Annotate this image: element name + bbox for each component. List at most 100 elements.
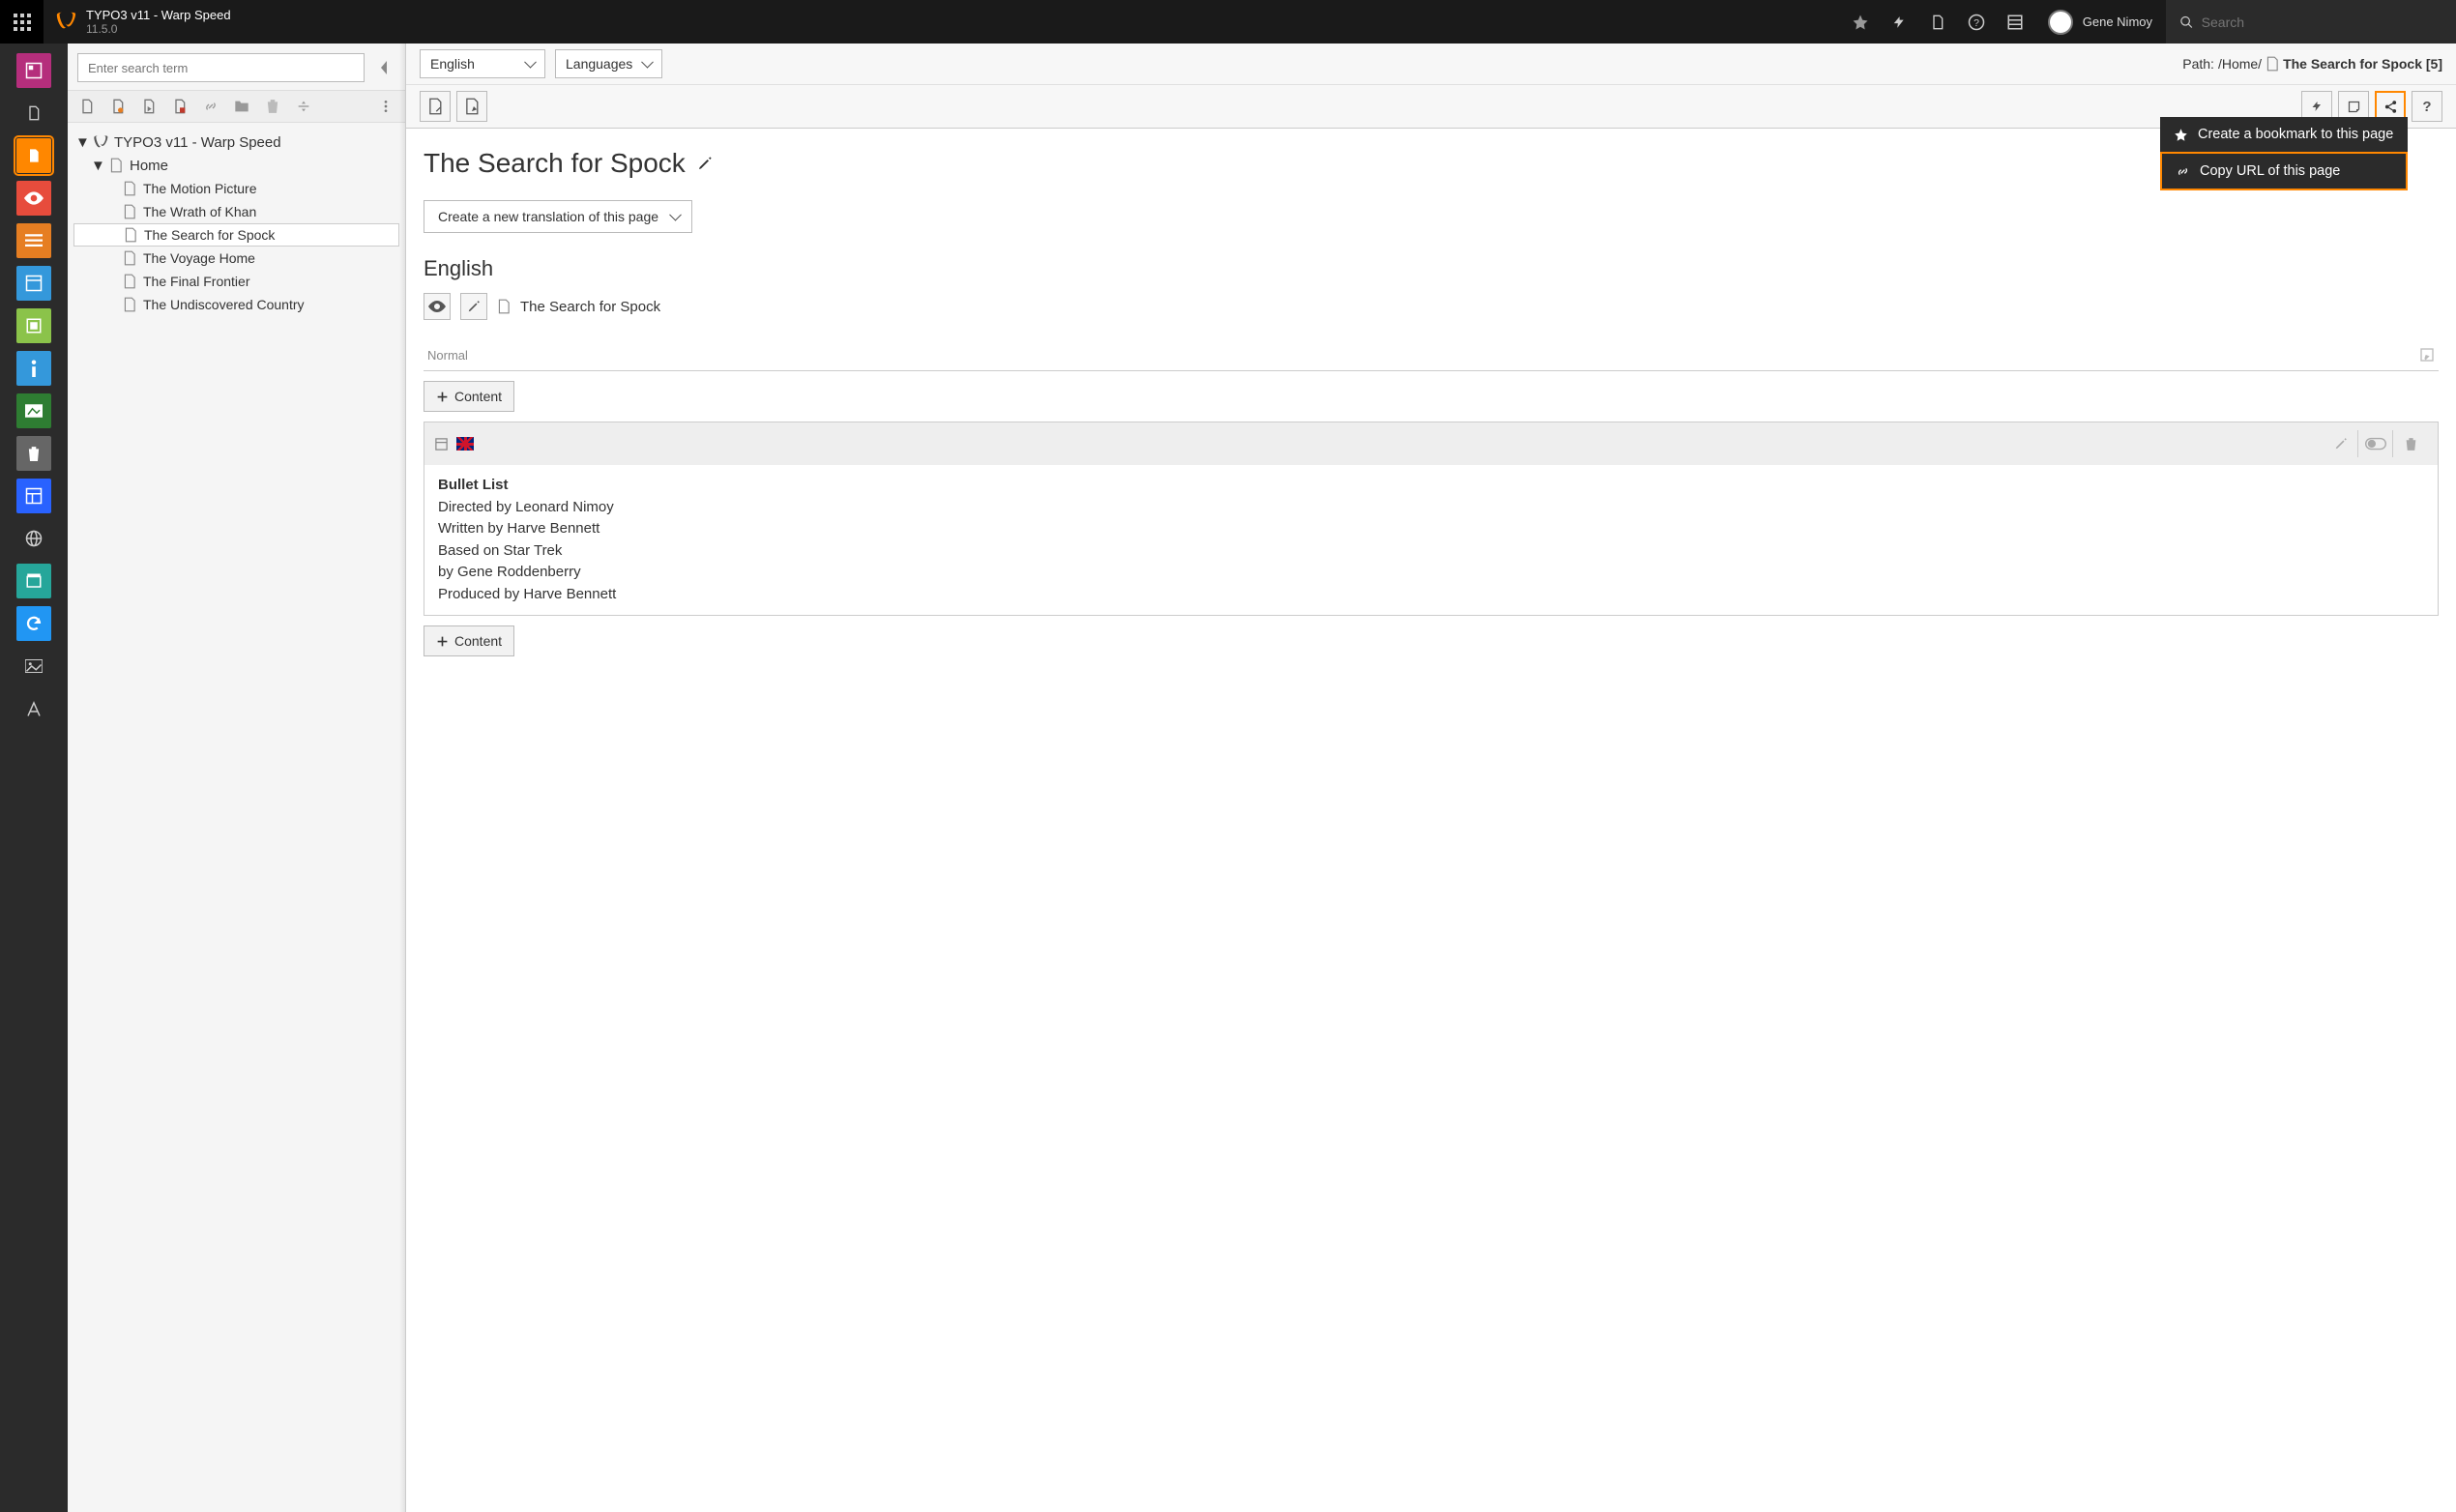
column-label: Normal xyxy=(427,348,468,363)
user-menu[interactable]: Gene Nimoy xyxy=(2034,10,2166,35)
module-list[interactable] xyxy=(16,223,51,258)
logo-block[interactable]: TYPO3 v11 - Warp Speed 11.5.0 xyxy=(44,8,243,37)
docheader: English Languages Path: /Home/ The Searc… xyxy=(406,44,2456,129)
tree-search-input[interactable] xyxy=(77,53,365,82)
translate-dropdown[interactable]: Create a new translation of this page xyxy=(424,200,692,233)
bookmark-page-item[interactable]: Create a bookmark to this page xyxy=(2160,117,2408,152)
topbar: TYPO3 v11 - Warp Speed 11.5.0 ? Gene Nim… xyxy=(0,0,2456,44)
column-edit-icon[interactable] xyxy=(2419,347,2435,363)
apps-icon[interactable] xyxy=(0,0,44,44)
user-name: Gene Nimoy xyxy=(2083,15,2152,29)
column-header: Normal xyxy=(424,339,2439,371)
toggle-icon[interactable]: ▼ xyxy=(91,158,102,174)
page-icon xyxy=(497,299,511,314)
folder-icon[interactable] xyxy=(232,97,251,116)
collapse-tree-button[interactable] xyxy=(372,53,395,82)
avatar xyxy=(2048,10,2073,35)
module-dashboard[interactable] xyxy=(16,53,51,88)
typo3-root-icon xyxy=(93,134,108,150)
language-select[interactable]: English xyxy=(420,49,545,78)
tree-page[interactable]: The Final Frontier xyxy=(73,270,399,293)
language-heading: English xyxy=(424,256,2439,281)
module-workspaces[interactable] xyxy=(16,266,51,301)
tree-page-label: The Voyage Home xyxy=(143,250,255,266)
module-page[interactable] xyxy=(16,138,51,173)
element-line: Directed by Leonard Nimoy xyxy=(438,497,2424,519)
edit-record-button[interactable] xyxy=(460,293,487,320)
tree-page-label: The Wrath of Khan xyxy=(143,204,256,219)
module-recycler[interactable] xyxy=(16,436,51,471)
tree-page[interactable]: The Wrath of Khan xyxy=(73,200,399,223)
view-select[interactable]: Languages xyxy=(555,49,662,78)
tree-page[interactable]: The Undiscovered Country xyxy=(73,293,399,316)
new-page-icon[interactable] xyxy=(77,97,97,116)
module-forms[interactable] xyxy=(16,308,51,343)
new-record-button[interactable] xyxy=(420,91,451,122)
edit-title-icon[interactable] xyxy=(697,156,713,171)
tree-page[interactable]: The Voyage Home xyxy=(73,247,399,270)
module-group-web[interactable] xyxy=(16,96,51,131)
element-header[interactable] xyxy=(424,422,2438,465)
trash-icon[interactable] xyxy=(263,97,282,116)
module-bar xyxy=(0,44,68,1512)
copy-url-label: Copy URL of this page xyxy=(2200,163,2340,179)
flag-uk-icon xyxy=(456,437,474,451)
module-template[interactable] xyxy=(16,393,51,428)
search-input[interactable] xyxy=(2202,15,2442,30)
page-body: The Search for Spock Create a new transl… xyxy=(406,129,2456,1512)
add-content-button-top[interactable]: Content xyxy=(424,381,514,412)
view-record-button[interactable] xyxy=(424,293,451,320)
tree-toolbar xyxy=(68,90,405,123)
divider-icon[interactable] xyxy=(294,97,313,116)
new-shortcut-icon[interactable] xyxy=(139,97,159,116)
element-body: Bullet List Directed by Leonard NimoyWri… xyxy=(424,465,2438,615)
element-line: Written by Harve Bennett xyxy=(438,518,2424,540)
bookmark-star-icon[interactable] xyxy=(1841,0,1880,44)
plus-icon xyxy=(436,635,449,648)
module-redirects[interactable] xyxy=(16,606,51,641)
add-content-button-bottom[interactable]: Content xyxy=(424,625,514,656)
module-group-site[interactable] xyxy=(16,521,51,556)
global-search[interactable] xyxy=(2166,0,2456,44)
help-icon[interactable]: ? xyxy=(1957,0,1996,44)
element-edit-button[interactable] xyxy=(2324,430,2358,457)
content-element: Bullet List Directed by Leonard NimoyWri… xyxy=(424,422,2439,616)
typo3-logo-icon xyxy=(55,11,76,32)
help-button[interactable]: ? xyxy=(2412,91,2442,122)
module-sites[interactable] xyxy=(16,564,51,598)
module-layout[interactable] xyxy=(16,479,51,513)
tree-root[interactable]: ▼ TYPO3 v11 - Warp Speed xyxy=(73,131,399,154)
module-view[interactable] xyxy=(16,181,51,216)
module-info[interactable] xyxy=(16,351,51,386)
page-icon xyxy=(122,204,137,219)
app-info-icon[interactable] xyxy=(1996,0,2034,44)
element-line: Produced by Harve Bennett xyxy=(438,584,2424,606)
element-type-icon xyxy=(434,437,449,451)
edit-page-button[interactable] xyxy=(456,91,487,122)
new-mount-icon[interactable] xyxy=(170,97,190,116)
element-line: Based on Star Trek xyxy=(438,540,2424,563)
link-icon[interactable] xyxy=(201,97,220,116)
page-icon xyxy=(2266,56,2279,72)
tree-home-label: Home xyxy=(130,158,168,174)
more-icon[interactable] xyxy=(376,97,395,116)
path-current: The Search for Spock [5] xyxy=(2283,56,2442,72)
copy-url-item[interactable]: Copy URL of this page xyxy=(2160,152,2408,190)
page-icon xyxy=(123,227,138,243)
tree-page-label: The Final Frontier xyxy=(143,274,249,289)
svg-text:?: ? xyxy=(1974,16,1979,28)
toggle-icon[interactable]: ▼ xyxy=(75,134,87,151)
tree-page-label: The Undiscovered Country xyxy=(143,297,305,312)
element-delete-button[interactable] xyxy=(2393,430,2428,457)
element-toggle-button[interactable] xyxy=(2358,430,2393,457)
new-page-user-icon[interactable] xyxy=(108,97,128,116)
module-group-file[interactable] xyxy=(16,649,51,683)
module-filelist[interactable] xyxy=(16,691,51,726)
tree-page[interactable]: The Search for Spock xyxy=(73,223,399,247)
document-open-icon[interactable] xyxy=(1918,0,1957,44)
element-actions xyxy=(2324,430,2428,457)
tree-home[interactable]: ▼ Home xyxy=(73,154,399,177)
tree-page[interactable]: The Motion Picture xyxy=(73,177,399,200)
content-area: English Languages Path: /Home/ The Searc… xyxy=(406,44,2456,1512)
cache-flash-icon[interactable] xyxy=(1880,0,1918,44)
